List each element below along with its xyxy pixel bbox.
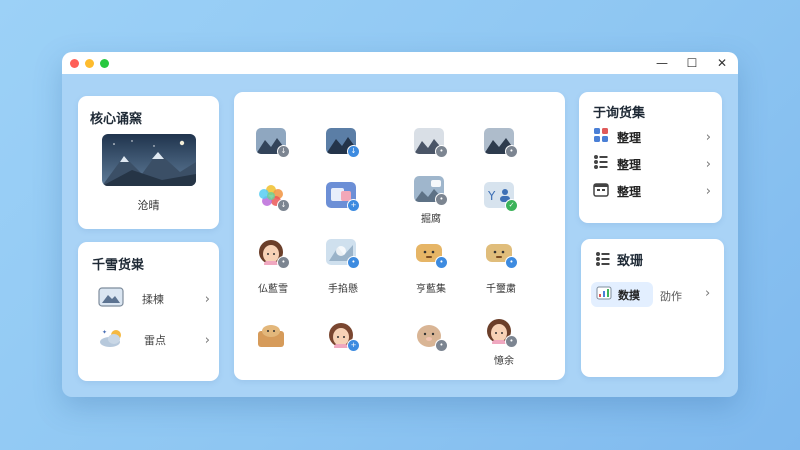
assets-item-weather[interactable]: ✦ 雷点 › [98, 325, 210, 355]
app-photo-landscape-blue[interactable]: ↓ [326, 124, 360, 158]
app-pet[interactable]: • [414, 235, 448, 269]
data-pill-label: 数摸 [618, 288, 640, 302]
data-pill-button[interactable]: 数摸 [591, 282, 653, 307]
basket-icon [256, 322, 286, 348]
assets-item-label: 揉楝 [142, 293, 164, 306]
minimize-traffic-light[interactable] [85, 58, 94, 68]
svg-text:✦: ✦ [102, 329, 107, 336]
app-contacts[interactable]: Y ✓ [484, 178, 518, 212]
app-window: — ☐ ✕ 核心诵窯 沧晴 千雪货粜 揉楝 › ✦ 雷点 › ↓ ↓ • • ↓… [62, 52, 738, 397]
maximize-icon[interactable]: ☐ [686, 56, 698, 70]
title-bar: — ☐ ✕ [62, 52, 738, 74]
data-card-title: 致珊 [617, 254, 644, 269]
assets-card: 千雪货粜 揉楝 › ✦ 雷点 › [78, 242, 219, 381]
badge-icon: • [435, 339, 448, 352]
app-label: 憶余 [494, 356, 514, 367]
badge-icon: • [435, 145, 448, 158]
app-gallery[interactable]: + [326, 178, 360, 212]
download-badge-icon: ↓ [277, 145, 290, 158]
badge-icon: • [435, 256, 448, 269]
app-label: 手掐懸 [328, 284, 358, 295]
check-badge-icon: ✓ [505, 199, 518, 212]
weather-cloud-icon: ✦ [98, 327, 126, 353]
zoom-traffic-light[interactable] [100, 58, 109, 68]
minimize-icon[interactable]: — [656, 56, 668, 70]
download-badge-icon: ↓ [277, 199, 290, 212]
add-badge-icon: + [347, 199, 360, 212]
chevron-right-icon: › [705, 129, 711, 145]
app-hamster[interactable]: • [414, 318, 448, 352]
badge-icon: • [505, 145, 518, 158]
image-icon [98, 287, 124, 311]
svg-text:Y: Y [487, 189, 496, 203]
chevron-right-icon: › [705, 183, 711, 199]
app-basket[interactable] [256, 318, 290, 352]
add-badge-icon: + [347, 339, 360, 352]
chevron-right-icon: › [705, 156, 711, 172]
badge-icon: • [505, 256, 518, 269]
close-icon[interactable]: ✕ [716, 56, 728, 70]
app-label: 仏藍雪 [258, 284, 288, 295]
data-card: 致珊 数摸 劭作 › [581, 239, 724, 377]
featured-image[interactable] [102, 134, 196, 186]
core-card: 核心诵窯 沧晴 [78, 96, 219, 229]
chevron-right-icon: › [705, 286, 711, 301]
chevron-right-icon: › [204, 332, 210, 348]
app-avatar-girl[interactable]: • [256, 235, 290, 269]
tools-item-label: 整理 [617, 184, 642, 199]
tools-item-label: 整理 [617, 157, 642, 172]
badge-icon: • [277, 256, 290, 269]
assets-item-images[interactable]: 揉楝 › [98, 284, 210, 314]
tools-item-label: 整理 [617, 130, 642, 145]
tools-item[interactable]: 整理 › [593, 180, 711, 202]
badge-icon: • [505, 335, 518, 348]
download-badge-icon: ↓ [347, 145, 360, 158]
app-photo-landscape[interactable]: ↓ [256, 124, 290, 158]
app-cloud[interactable]: • [326, 235, 360, 269]
chevron-right-icon: › [204, 291, 210, 307]
list-icon [595, 251, 611, 271]
badge-icon: • [435, 193, 448, 206]
tools-item[interactable]: 整理 › [593, 126, 711, 148]
featured-image-caption: 沧晴 [137, 199, 160, 212]
app-photo-mountains-2[interactable]: • [484, 124, 518, 158]
app-messages[interactable]: • [414, 172, 448, 206]
app-photos-pinwheel[interactable]: ↓ [256, 178, 290, 212]
app-pet-2[interactable]: • [484, 235, 518, 269]
grid-apps-icon [593, 127, 609, 147]
app-label: 掘腐 [421, 214, 441, 225]
app-grid-card: ↓ ↓ • • ↓ + • 掘腐 Y ✓ • 仏藍雪 • 手掐懸 • 亨藍集 •… [234, 92, 565, 380]
tools-item[interactable]: 整理 › [593, 153, 711, 175]
core-card-title: 核心诵窯 [90, 112, 143, 127]
app-label: 千璽粛 [486, 284, 516, 295]
calendar-icon [593, 181, 609, 201]
app-avatar-girl-3[interactable]: • [484, 314, 518, 348]
app-photo-mountains[interactable]: • [414, 124, 448, 158]
app-avatar-girl-2[interactable]: + [326, 318, 360, 352]
assets-item-label: 雷点 [144, 334, 166, 347]
traffic-lights [70, 58, 109, 68]
tools-card: 于询货集 整理 › 整理 › 整理 › [579, 92, 722, 223]
assets-card-title: 千雪货粜 [92, 258, 145, 273]
close-traffic-light[interactable] [70, 58, 79, 68]
app-label: 亨藍集 [416, 284, 446, 295]
badge-icon: • [347, 256, 360, 269]
data-sub-label[interactable]: 劭作 [660, 288, 682, 304]
tools-card-title: 于询货集 [593, 106, 646, 121]
chart-icon [596, 285, 612, 304]
list-icon [593, 154, 609, 174]
